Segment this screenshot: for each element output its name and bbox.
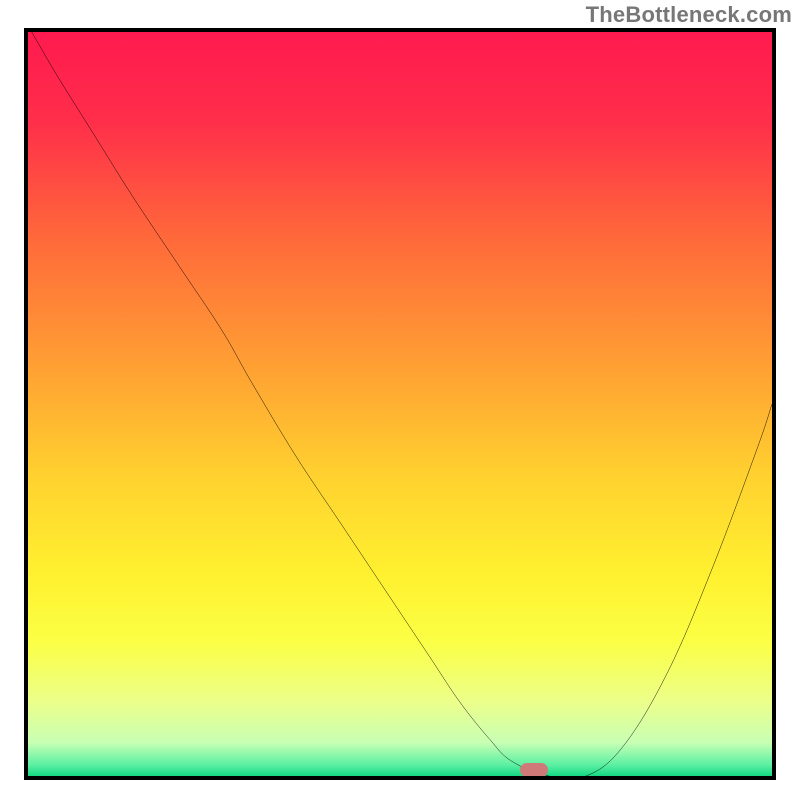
watermark-text: TheBottleneck.com — [586, 2, 792, 28]
optimal-point-marker — [520, 763, 548, 777]
bottleneck-curve — [28, 32, 772, 776]
chart-container: TheBottleneck.com — [0, 0, 800, 800]
plot-frame — [24, 28, 776, 780]
